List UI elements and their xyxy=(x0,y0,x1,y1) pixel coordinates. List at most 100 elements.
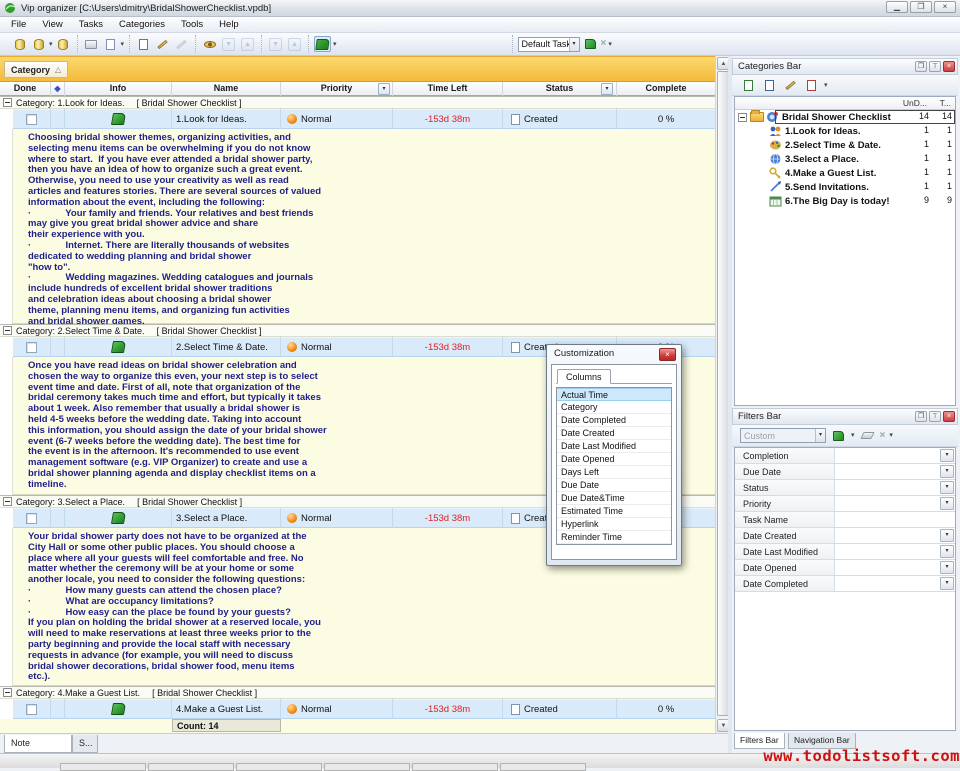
filter-row-priority[interactable]: Priority▾ xyxy=(735,496,955,512)
filter-row-date-last-modified[interactable]: Date Last Modified▾ xyxy=(735,544,955,560)
column-complete[interactable]: Complete xyxy=(617,82,715,96)
clear-filter-button[interactable] xyxy=(859,428,876,444)
filter-value[interactable] xyxy=(835,480,955,495)
group-by-category-chip[interactable]: Category △ xyxy=(4,61,68,78)
done-checkbox[interactable] xyxy=(26,513,37,524)
menu-view[interactable]: View xyxy=(35,18,69,31)
panel-position-icon[interactable]: ❐ xyxy=(915,61,927,72)
menu-tools[interactable]: Tools xyxy=(174,18,210,31)
filter-value[interactable] xyxy=(835,464,955,479)
tree-item-3[interactable]: 3.Select a Place. 1 1 xyxy=(735,152,955,166)
category-header-1[interactable]: Category: 1.Look for Ideas. [ Bridal Sho… xyxy=(0,96,715,109)
filter-row-status[interactable]: Status▾ xyxy=(735,480,955,496)
remove-filter-icon[interactable]: × xyxy=(880,431,886,441)
category-header-4[interactable]: Category: 4.Make a Guest List. [ Bridal … xyxy=(0,686,715,699)
dialog-close-icon[interactable]: × xyxy=(659,348,676,361)
dropdown-icon[interactable]: ▾ xyxy=(940,449,954,462)
filter-value[interactable] xyxy=(835,448,955,463)
list-item-estimated-time[interactable]: Estimated Time xyxy=(557,505,671,518)
tree-item-root[interactable]: Bridal Shower Checklist 14 14 xyxy=(735,110,955,124)
filter-value[interactable] xyxy=(835,496,955,511)
list-item-hyperlink[interactable]: Hyperlink xyxy=(557,518,671,531)
list-item-reminder-time[interactable]: Reminder Time xyxy=(557,531,671,544)
move-up-button[interactable]: ▲ xyxy=(239,36,256,52)
tree-item-5[interactable]: 5.Send Invitations. 1 1 xyxy=(735,180,955,194)
menu-categories[interactable]: Categories xyxy=(112,18,172,31)
done-checkbox[interactable] xyxy=(26,114,37,125)
title-bar[interactable]: Vip organizer [C:\Users\dmitry\BridalSho… xyxy=(0,0,960,17)
move-top-button[interactable]: ▲ xyxy=(286,36,303,52)
tree-item-1[interactable]: 1.Look for Ideas. 1 1 xyxy=(735,124,955,138)
column-info[interactable]: Info xyxy=(65,82,172,96)
tree-column-headers[interactable]: UnD... T... xyxy=(735,97,955,110)
column-time-left[interactable]: Time Left xyxy=(393,82,503,96)
note-icon[interactable] xyxy=(110,341,125,353)
category-header-2[interactable]: Category: 2.Select Time & Date. [ Bridal… xyxy=(0,324,715,337)
edit-task-button[interactable] xyxy=(154,36,171,52)
column-status[interactable]: Status xyxy=(503,82,617,96)
note-icon[interactable] xyxy=(110,703,125,715)
priority-filter-button[interactable]: ▾ xyxy=(378,83,390,95)
close-panel-icon[interactable]: × xyxy=(943,411,955,422)
column-name[interactable]: Name xyxy=(172,82,281,96)
filter-row-date-completed[interactable]: Date Completed▾ xyxy=(735,576,955,592)
print-preview-button[interactable] xyxy=(102,36,119,52)
move-bottom-button[interactable]: ▼ xyxy=(267,36,284,52)
collapse-icon[interactable] xyxy=(738,113,747,122)
move-down-button[interactable]: ▼ xyxy=(220,36,237,52)
print-button[interactable] xyxy=(83,36,100,52)
tab-columns[interactable]: Columns xyxy=(557,369,611,384)
list-item-date-last-modified[interactable]: Date Last Modified xyxy=(557,440,671,453)
collapse-icon[interactable] xyxy=(3,688,12,697)
filter-preset-arrow[interactable]: ▾ xyxy=(815,429,825,442)
task-view-combobox[interactable]: Default Task V ▾ xyxy=(518,37,580,52)
menu-file[interactable]: File xyxy=(4,18,33,31)
view-options-dropdown[interactable]: ▾ xyxy=(608,41,612,48)
close-button[interactable]: × xyxy=(934,1,956,13)
list-item-date-created[interactable]: Date Created xyxy=(557,427,671,440)
task-row-1[interactable]: 1.Look for Ideas. Normal -153d 38m Creat… xyxy=(0,109,715,129)
done-checkbox[interactable] xyxy=(26,342,37,353)
close-panel-icon[interactable]: × xyxy=(943,61,955,72)
new-task-button[interactable] xyxy=(135,36,152,52)
task-view-dropdown[interactable]: ▾ xyxy=(333,41,337,48)
filter-row-completion[interactable]: Completion▾ xyxy=(735,448,955,464)
dropdown-icon[interactable]: ▾ xyxy=(940,481,954,494)
menu-tasks[interactable]: Tasks xyxy=(72,18,110,31)
task-note-1[interactable]: Choosing bridal shower themes, organizin… xyxy=(13,129,715,324)
dropdown-icon[interactable]: ▾ xyxy=(940,497,954,510)
filter-value[interactable] xyxy=(835,560,955,575)
customization-dialog[interactable]: Customization × Columns Actual Time Cate… xyxy=(546,344,682,566)
filters-toolbar-dropdown[interactable]: ▾ xyxy=(889,432,893,439)
collapse-icon[interactable] xyxy=(3,497,12,506)
filter-row-date-opened[interactable]: Date Opened▾ xyxy=(735,560,955,576)
tree-item-4[interactable]: 4.Make a Guest List. 1 1 xyxy=(735,166,955,180)
view-note-button[interactable] xyxy=(201,36,218,52)
task-row-4[interactable]: 4.Make a Guest List. Normal -153d 38m Cr… xyxy=(0,699,715,719)
apply-filter-button[interactable] xyxy=(830,428,847,444)
dropdown-icon[interactable]: ▾ xyxy=(940,529,954,542)
task-view-combo-arrow[interactable]: ▾ xyxy=(569,38,579,51)
menu-help[interactable]: Help xyxy=(212,18,246,31)
new-database-button[interactable] xyxy=(11,36,28,52)
restore-button[interactable]: ❐ xyxy=(910,1,932,13)
tree-item-6[interactable]: 6.The Big Day is today! 9 9 xyxy=(735,194,955,208)
task-view-button[interactable] xyxy=(314,36,331,52)
clear-view-icon[interactable]: × xyxy=(601,39,607,49)
filter-value[interactable] xyxy=(835,544,955,559)
categories-bar-titlebar[interactable]: Categories Bar ❐ ⊤ × xyxy=(732,58,958,75)
delete-category-button[interactable] xyxy=(803,77,820,93)
panel-position-icon[interactable]: ❐ xyxy=(915,411,927,422)
list-item-due-date-time[interactable]: Due Date&Time xyxy=(557,492,671,505)
apply-filter-dropdown[interactable]: ▾ xyxy=(851,432,855,439)
dropdown-icon[interactable]: ▾ xyxy=(940,561,954,574)
status-filter-button[interactable]: ▾ xyxy=(601,83,613,95)
new-category-button[interactable] xyxy=(740,77,757,93)
column-done[interactable]: Done xyxy=(0,82,51,96)
collapse-icon[interactable] xyxy=(3,326,12,335)
delete-task-button[interactable] xyxy=(173,36,190,52)
tree-item-2[interactable]: 2.Select Time & Date. 1 1 xyxy=(735,138,955,152)
categories-toolbar-dropdown[interactable]: ▾ xyxy=(824,82,828,89)
apply-view-button[interactable] xyxy=(582,36,599,52)
filter-preset-combobox[interactable]: Custom ▾ xyxy=(740,428,826,443)
